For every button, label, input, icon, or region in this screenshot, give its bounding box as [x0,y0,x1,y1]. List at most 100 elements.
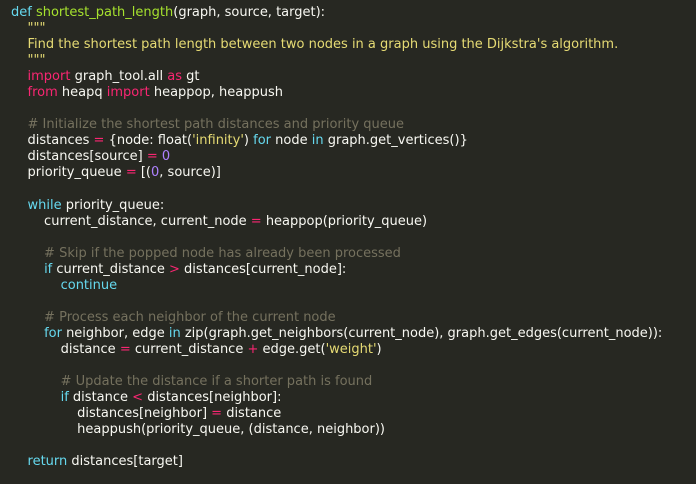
code-line: if distance < distances[neighbor]: [11,390,696,406]
code-line: while priority_queue: [11,198,696,214]
code-token: as [167,69,182,85]
code-token: in [311,133,324,149]
code-token: graph.get_vertices()} [323,133,468,149]
code-token: < [132,390,144,406]
code-token: current_distance [130,341,248,357]
code-token: = [250,213,262,229]
code-token: 'weight' [325,341,377,357]
code-token: distance [11,341,120,357]
code-line: for neighbor, edge in zip(graph.get_neig… [11,326,696,342]
code-token: for [253,133,272,149]
code-token: node [271,133,312,149]
code-line: continue [11,278,696,294]
code-token: distances[current_node]: [179,261,347,277]
code-token: distance [222,406,282,422]
code-token: for [44,325,62,341]
code-line: distances[source] = 0 [11,149,696,165]
code-token: if [60,390,69,406]
code-token: = [93,133,105,149]
code-line: heappush(priority_queue, (distance, neig… [11,422,696,438]
code-token: Find the shortest path length between tw… [11,37,619,53]
code-token: distances[target] [67,454,183,470]
code-line: # Initialize the shortest path distances… [11,117,696,133]
code-line: import graph_tool.all as gt [11,69,696,85]
code-token: while [27,197,62,213]
code-line: # Skip if the popped node has already be… [11,246,696,262]
code-token: ) [376,341,382,357]
code-token: 0 [161,149,171,165]
code-token: continue [60,277,118,293]
code-line: Find the shortest path length between tw… [11,37,696,53]
code-token: current_distance, current_node [11,213,251,229]
code-token: + [247,341,259,357]
code-token: # Update the distance if a shorter path … [11,374,373,390]
code-token: edge.get( [258,341,326,357]
code-token: 'infinity' [192,133,244,149]
code-line: distance = current_distance + edge.get('… [11,342,696,358]
code-token: from [27,85,58,101]
code-token: (graph, source, target): [173,5,326,20]
code-line: current_distance, current_node = heappop… [11,214,696,230]
code-line: # Update the distance if a shorter path … [11,374,696,390]
code-line: from heapq import heappop, heappush [11,85,696,101]
code-token: import [106,85,150,101]
code-token: heappush(priority_queue, (distance, neig… [11,422,386,438]
code-token: # Initialize the shortest path distances… [11,117,405,133]
code-block: def shortest_path_length(graph, source, … [11,5,696,470]
code-token: """ [11,53,46,69]
code-line: distances[neighbor] = distance [11,406,696,422]
code-token: > [169,261,180,277]
code-token: graph_tool.all [70,69,168,85]
code-token: = [146,149,158,165]
code-token: import [27,69,71,85]
code-token: heapq [57,85,107,101]
code-token: distances[source] [11,149,147,165]
code-line: """ [11,53,696,69]
code-token: heappop, heappush [149,85,283,101]
code-token: """ [11,21,46,37]
code-line: """ [11,21,696,37]
code-token: shortest_path_length [35,5,174,20]
code-token: # Skip if the popped node has already be… [11,245,401,261]
code-token: = [211,406,223,422]
code-token: , source)] [159,165,221,181]
code-token: = [119,341,131,357]
code-token: distances[neighbor] [11,406,212,422]
code-token: ) [243,133,254,149]
code-token: current_distance [52,261,170,277]
code-line: return distances[target] [11,454,696,470]
code-token: [( [136,165,151,181]
code-line: priority_queue = [(0, source)] [11,165,696,181]
code-token: return [27,454,68,470]
code-token: heappop(priority_queue) [261,213,428,229]
code-token: neighbor, edge [61,325,169,341]
code-line: if current_distance > distances[current_… [11,262,696,278]
code-token: # Process each neighbor of the current n… [11,309,336,325]
code-token: in [168,325,181,341]
code-editor[interactable]: def shortest_path_length(graph, source, … [0,0,696,484]
code-token: def [11,5,32,20]
code-line: distances = {node: float('infinity') for… [11,133,696,149]
code-token: gt [181,69,200,85]
code-token: {node: float( [104,133,193,149]
code-token: = [125,165,137,181]
code-line: # Process each neighbor of the current n… [11,310,696,326]
code-token: priority_queue [11,165,126,181]
code-token: distances[neighbor]: [143,390,282,406]
code-token: distances [11,133,94,149]
code-line: def shortest_path_length(graph, source, … [11,5,696,21]
